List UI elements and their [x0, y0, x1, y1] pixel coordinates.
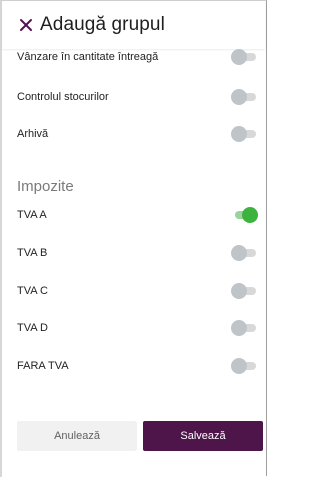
tax-label: TVA B	[17, 247, 48, 259]
tva-a-toggle[interactable]	[231, 206, 258, 224]
toggle-thumb	[231, 245, 247, 261]
setting-label: Arhivă	[17, 128, 49, 140]
toggle-thumb	[231, 126, 247, 142]
taxes-section-title: Impozite	[17, 178, 74, 195]
setting-row-stock-control[interactable]: Controlul stocurilor	[2, 87, 265, 107]
toggle-thumb	[231, 358, 247, 374]
toggle-thumb	[231, 283, 247, 299]
setting-row-archive[interactable]: Arhivă	[2, 124, 265, 144]
toggle-thumb	[242, 207, 258, 223]
setting-label: Vânzare în cantitate întreagă	[17, 51, 159, 63]
tax-row-fara-tva[interactable]: FARA TVA	[2, 356, 265, 376]
close-icon[interactable]	[18, 17, 34, 33]
tva-d-toggle[interactable]	[231, 319, 258, 337]
stock-control-toggle[interactable]	[231, 88, 258, 106]
setting-label: Controlul stocurilor	[17, 91, 109, 103]
tax-row-tva-c[interactable]: TVA C	[2, 281, 265, 301]
tax-label: TVA A	[17, 209, 47, 221]
cancel-button[interactable]: Anulează	[17, 421, 137, 451]
save-button[interactable]: Salvează	[143, 421, 263, 451]
add-group-dialog: Adaugă grupul Vânzare în cantitate între…	[0, 0, 267, 477]
tax-row-tva-b[interactable]: TVA B	[2, 243, 265, 263]
setting-row-integer-quantity[interactable]: Vânzare în cantitate întreagă	[2, 49, 265, 67]
dialog-footer: Anulează Salvează	[2, 409, 265, 477]
tva-c-toggle[interactable]	[231, 282, 258, 300]
archive-toggle[interactable]	[231, 125, 258, 143]
dialog-header: Adaugă grupul	[2, 1, 265, 49]
tva-b-toggle[interactable]	[231, 244, 258, 262]
tax-row-tva-d[interactable]: TVA D	[2, 318, 265, 338]
integer-quantity-toggle[interactable]	[231, 49, 258, 66]
toggle-thumb	[231, 89, 247, 105]
tax-label: TVA D	[17, 322, 48, 334]
tax-label: TVA C	[17, 285, 48, 297]
toggle-thumb	[231, 320, 247, 336]
tax-row-tva-a[interactable]: TVA A	[2, 205, 265, 225]
tax-label: FARA TVA	[17, 360, 69, 372]
toggle-thumb	[231, 49, 247, 65]
page-title: Adaugă grupul	[40, 14, 165, 35]
group-settings: Vânzare în cantitate întreagă Controlul …	[2, 49, 265, 409]
fara-tva-toggle[interactable]	[231, 357, 258, 375]
